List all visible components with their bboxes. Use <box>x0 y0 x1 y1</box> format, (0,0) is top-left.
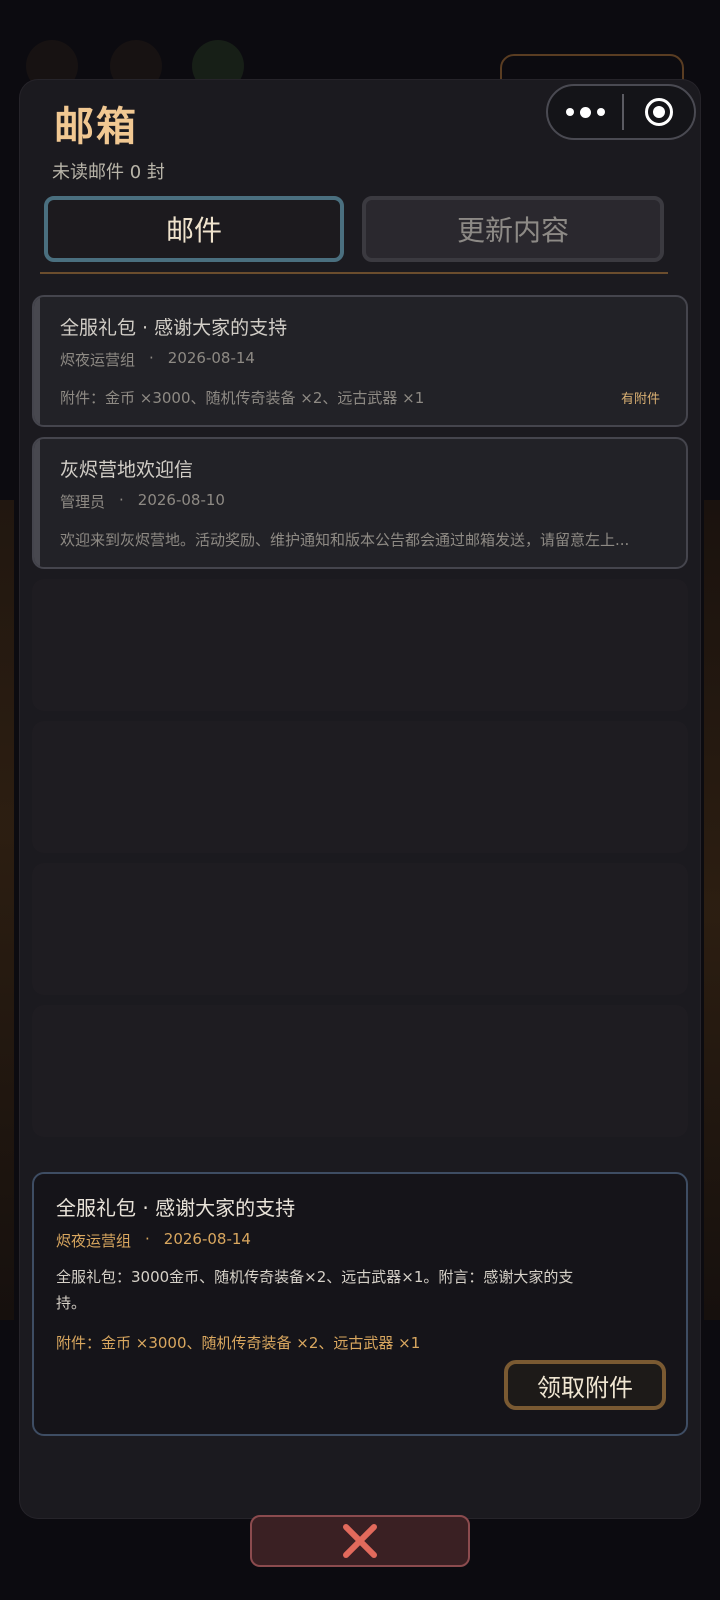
detail-date: 2026-08-14 <box>163 1230 251 1248</box>
mail-item-meta: 管理员 · 2026-08-10 <box>60 491 225 512</box>
mail-item-preview: 欢迎来到灰烬营地。活动奖励、维护通知和版本公告都会通过邮箱发送，请留意左上... <box>60 531 630 549</box>
meta-separator: · <box>119 491 124 509</box>
unread-count: 未读邮件 0 封 <box>52 162 165 183</box>
mail-item-title: 全服礼包 · 感谢大家的支持 <box>60 317 288 339</box>
mail-item-sender: 烬夜运营组 <box>60 351 136 369</box>
detail-title: 全服礼包 · 感谢大家的支持 <box>56 1196 296 1220</box>
empty-mail-slot <box>32 1005 688 1137</box>
mail-item-preview: 附件：金币 ×3000、随机传奇装备 ×2、远古武器 ×1 <box>60 389 425 407</box>
detail-body: 全服礼包：3000金币、随机传奇装备×2、远古武器×1。附言：感谢大家的支持。 <box>56 1268 574 1312</box>
background-edge <box>0 500 14 1320</box>
mail-item-accent-bar <box>34 297 40 425</box>
mail-item-title: 灰烬营地欢迎信 <box>60 459 194 481</box>
meta-separator: · <box>149 349 154 367</box>
mail-list: 全服礼包 · 感谢大家的支持 烬夜运营组 · 2026-08-14 附件：金币 … <box>32 295 688 1147</box>
meta-separator: · <box>145 1230 150 1248</box>
mail-item-accent-bar <box>34 439 40 567</box>
close-x-icon <box>343 1524 377 1558</box>
mail-item-date: 2026-08-14 <box>167 349 255 367</box>
tab-mail[interactable]: 邮件 <box>44 196 344 262</box>
tab-divider <box>40 272 668 274</box>
tab-updates[interactable]: 更新内容 <box>362 196 664 262</box>
mail-item[interactable]: 灰烬营地欢迎信 管理员 · 2026-08-10 欢迎来到灰烬营地。活动奖励、维… <box>32 437 688 569</box>
background-edge <box>704 500 720 1320</box>
detail-sender: 烬夜运营组 <box>56 1232 132 1250</box>
claim-attachments-button[interactable]: 领取附件 <box>504 1360 666 1410</box>
empty-mail-slot <box>32 721 688 853</box>
detail-attachments: 附件：金币 ×3000、随机传奇装备 ×2、远古武器 ×1 <box>56 1334 421 1352</box>
mail-item-date: 2026-08-10 <box>137 491 225 509</box>
mailbox-modal: 邮箱 未读邮件 0 封 邮件 更新内容 全服礼包 · 感谢大家的支持 烬夜运营组… <box>20 80 700 1518</box>
target-circle-icon[interactable] <box>624 98 694 126</box>
mail-detail-panel: 全服礼包 · 感谢大家的支持 烬夜运营组 · 2026-08-14 全服礼包：3… <box>32 1172 688 1436</box>
mail-item-meta: 烬夜运营组 · 2026-08-14 <box>60 349 255 370</box>
mail-item-sender: 管理员 <box>60 493 106 511</box>
empty-mail-slot <box>32 579 688 711</box>
attachment-badge: 有附件 <box>620 392 660 407</box>
detail-meta: 烬夜运营组 · 2026-08-14 <box>56 1230 251 1251</box>
empty-mail-slot <box>32 863 688 995</box>
mail-item[interactable]: 全服礼包 · 感谢大家的支持 烬夜运营组 · 2026-08-14 附件：金币 … <box>32 295 688 427</box>
miniprogram-capsule <box>546 84 696 140</box>
page-title: 邮箱 <box>54 104 138 150</box>
more-dots-icon[interactable] <box>548 86 622 138</box>
close-button[interactable] <box>250 1515 470 1567</box>
